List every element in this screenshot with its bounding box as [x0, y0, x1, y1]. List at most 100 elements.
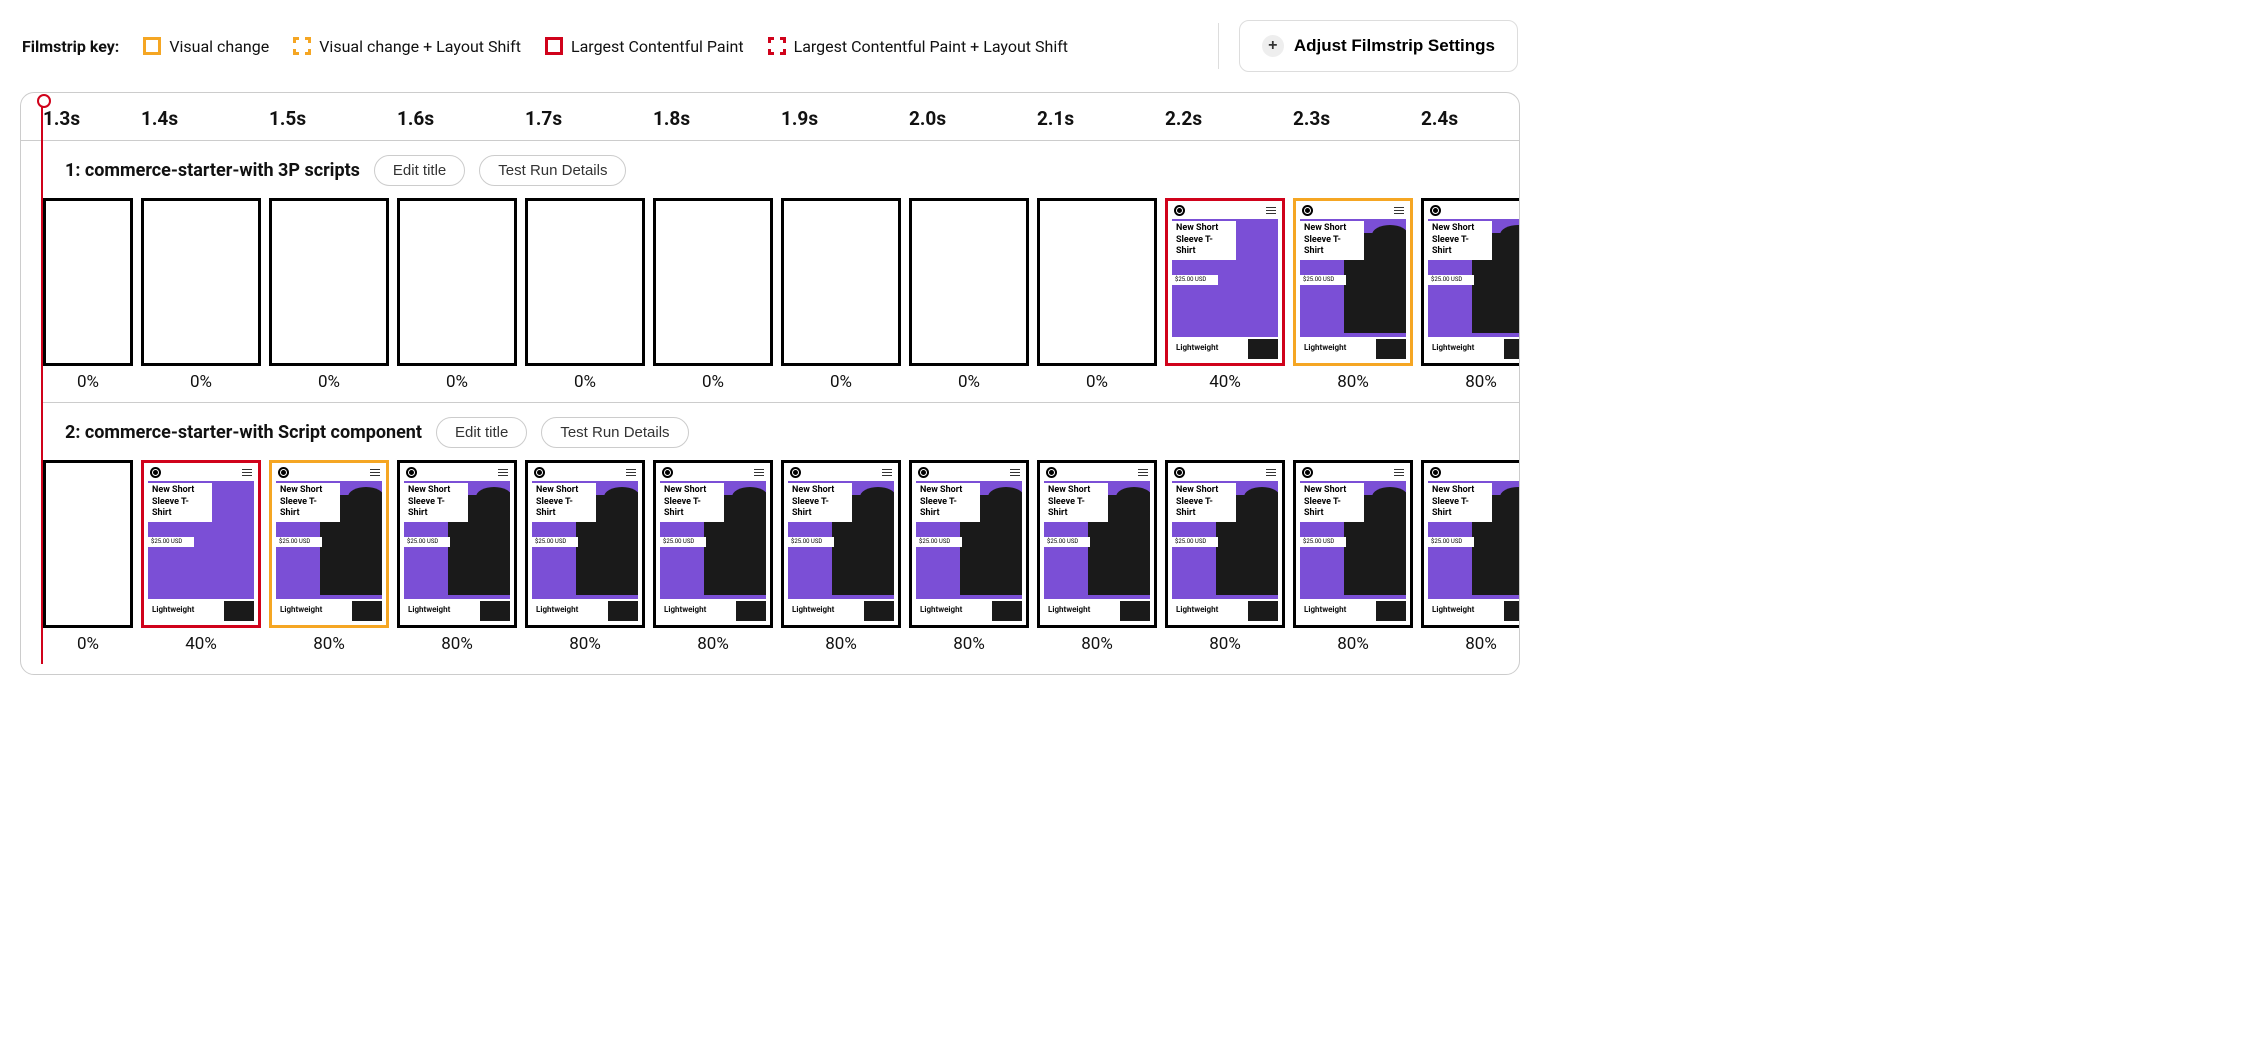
test-run-details-button[interactable]: Test Run Details: [541, 417, 688, 448]
logo-icon: [534, 467, 545, 478]
product-price: $25.00 USD: [532, 537, 578, 547]
product-title: New Short Sleeve T-Shirt: [788, 483, 852, 522]
frame[interactable]: New Short Sleeve T-Shirt $25.00 USD Ligh…: [141, 460, 261, 654]
frame-thumbnail[interactable]: [269, 198, 389, 366]
frame-thumbnail[interactable]: New Short Sleeve T-Shirt $25.00 USD Ligh…: [397, 460, 517, 628]
product-price: $25.00 USD: [1300, 275, 1346, 285]
frame-thumbnail[interactable]: New Short Sleeve T-Shirt $25.00 USD Ligh…: [653, 460, 773, 628]
thumb-dark-block: [1120, 601, 1150, 621]
logo-icon: [1302, 467, 1313, 478]
menu-icon: [1266, 205, 1276, 216]
time-tick: 1.7s: [525, 107, 653, 130]
frame[interactable]: 0%: [781, 198, 901, 392]
frame-thumbnail[interactable]: New Short Sleeve T-Shirt $25.00 USD Ligh…: [141, 460, 261, 628]
frame[interactable]: New Short Sleeve T-Shirt $25.00 USD Ligh…: [909, 460, 1029, 654]
frame-thumbnail[interactable]: New Short Sleeve T-Shirt $25.00 USD Ligh…: [1293, 460, 1413, 628]
frame-percent: 0%: [702, 372, 724, 392]
logo-icon: [1302, 205, 1313, 216]
menu-icon: [1394, 205, 1404, 216]
frame-thumbnail[interactable]: [781, 198, 901, 366]
frame-percent: 80%: [569, 634, 601, 654]
thumb-dark-block: [224, 601, 254, 621]
frame[interactable]: New Short Sleeve T-Shirt $25.00 USD Ligh…: [1293, 198, 1413, 392]
menu-icon: [242, 467, 252, 478]
frame-percent: 80%: [825, 634, 857, 654]
thumb-dark-block: [1504, 339, 1520, 359]
frame-thumbnail[interactable]: [525, 198, 645, 366]
frame-thumbnail[interactable]: New Short Sleeve T-Shirt $25.00 USD Ligh…: [1293, 198, 1413, 366]
test-run-details-button[interactable]: Test Run Details: [479, 155, 626, 186]
product-tag: Lightweight: [1300, 339, 1376, 359]
edit-title-button[interactable]: Edit title: [436, 417, 527, 448]
frame[interactable]: New Short Sleeve T-Shirt $25.00 USD Ligh…: [269, 460, 389, 654]
frame[interactable]: New Short Sleeve T-Shirt $25.00 USD Ligh…: [525, 460, 645, 654]
frame-thumbnail[interactable]: [909, 198, 1029, 366]
frame[interactable]: New Short Sleeve T-Shirt $25.00 USD Ligh…: [1293, 460, 1413, 654]
adjust-filmstrip-button[interactable]: + Adjust Filmstrip Settings: [1239, 20, 1518, 72]
time-tick: 2.4s: [1421, 107, 1520, 130]
filmstrip-legend: Filmstrip key: Visual change Visual chan…: [22, 37, 1068, 56]
product-title: New Short Sleeve T-Shirt: [660, 483, 724, 522]
thumb-dark-block: [736, 601, 766, 621]
edit-title-button[interactable]: Edit title: [374, 155, 465, 186]
frame-thumbnail[interactable]: [141, 198, 261, 366]
frame[interactable]: 0%: [1037, 198, 1157, 392]
frame[interactable]: 0%: [269, 198, 389, 392]
frame[interactable]: 0%: [653, 198, 773, 392]
product-title: New Short Sleeve T-Shirt: [1300, 483, 1364, 522]
logo-icon: [406, 467, 417, 478]
logo-icon: [1430, 205, 1441, 216]
frame-thumbnail[interactable]: New Short Sleeve T-Shirt $25.00 USD Ligh…: [269, 460, 389, 628]
legend-label: Largest Contentful Paint: [571, 37, 744, 56]
product-tag: Lightweight: [1428, 601, 1504, 621]
frame[interactable]: New Short Sleeve T-Shirt $25.00 USD Ligh…: [653, 460, 773, 654]
menu-icon: [1394, 467, 1404, 478]
frame[interactable]: New Short Sleeve T-Shirt $25.00 USD Ligh…: [397, 460, 517, 654]
frame[interactable]: 0%: [525, 198, 645, 392]
product-price: $25.00 USD: [276, 537, 322, 547]
frame[interactable]: 0%: [909, 198, 1029, 392]
frame[interactable]: New Short Sleeve T-Shirt $25.00 USD Ligh…: [1165, 460, 1285, 654]
legend-visual-change: Visual change: [143, 37, 269, 56]
frame-thumbnail[interactable]: New Short Sleeve T-Shirt $25.00 USD Ligh…: [1421, 198, 1520, 366]
product-price: $25.00 USD: [660, 537, 706, 547]
frame-percent: 80%: [1465, 372, 1497, 392]
playhead[interactable]: [41, 99, 43, 664]
frame[interactable]: 0%: [43, 198, 133, 392]
frame[interactable]: New Short Sleeve T-Shirt $25.00 USD Ligh…: [1421, 460, 1520, 654]
frame[interactable]: 0%: [43, 460, 133, 654]
frame-thumbnail[interactable]: [1037, 198, 1157, 366]
frame-thumbnail[interactable]: New Short Sleeve T-Shirt $25.00 USD Ligh…: [781, 460, 901, 628]
product-title: New Short Sleeve T-Shirt: [916, 483, 980, 522]
frames-row: 0% New Short Sleeve T-Shirt $25.00 USD L…: [43, 460, 1519, 654]
frame-percent: 40%: [185, 634, 217, 654]
product-title: New Short Sleeve T-Shirt: [1300, 221, 1364, 260]
frame-percent: 0%: [958, 372, 980, 392]
frame[interactable]: New Short Sleeve T-Shirt $25.00 USD Ligh…: [781, 460, 901, 654]
frame-thumbnail[interactable]: New Short Sleeve T-Shirt $25.00 USD Ligh…: [1421, 460, 1520, 628]
thumb-dark-block: [864, 601, 894, 621]
frame[interactable]: New Short Sleeve T-Shirt $25.00 USD Ligh…: [1165, 198, 1285, 392]
frame-thumbnail[interactable]: New Short Sleeve T-Shirt $25.00 USD Ligh…: [1165, 460, 1285, 628]
frame-thumbnail[interactable]: [43, 460, 133, 628]
swatch-orange-solid-icon: [143, 37, 161, 55]
frame-thumbnail[interactable]: New Short Sleeve T-Shirt $25.00 USD Ligh…: [525, 460, 645, 628]
product-tag: Lightweight: [916, 601, 992, 621]
divider: [1218, 23, 1219, 69]
frame[interactable]: 0%: [141, 198, 261, 392]
frame[interactable]: 0%: [397, 198, 517, 392]
time-tick: 1.3s: [43, 107, 141, 130]
thumb-dark-block: [1248, 601, 1278, 621]
frame[interactable]: New Short Sleeve T-Shirt $25.00 USD Ligh…: [1421, 198, 1520, 392]
product-title: New Short Sleeve T-Shirt: [276, 483, 340, 522]
frame[interactable]: New Short Sleeve T-Shirt $25.00 USD Ligh…: [1037, 460, 1157, 654]
product-title: New Short Sleeve T-Shirt: [1044, 483, 1108, 522]
product-price: $25.00 USD: [1300, 537, 1346, 547]
frame-thumbnail[interactable]: New Short Sleeve T-Shirt $25.00 USD Ligh…: [1165, 198, 1285, 366]
frame-thumbnail[interactable]: [397, 198, 517, 366]
frame-thumbnail[interactable]: [43, 198, 133, 366]
frame-thumbnail[interactable]: New Short Sleeve T-Shirt $25.00 USD Ligh…: [1037, 460, 1157, 628]
frame-thumbnail[interactable]: New Short Sleeve T-Shirt $25.00 USD Ligh…: [909, 460, 1029, 628]
legend-label: Visual change: [169, 37, 269, 56]
frame-thumbnail[interactable]: [653, 198, 773, 366]
